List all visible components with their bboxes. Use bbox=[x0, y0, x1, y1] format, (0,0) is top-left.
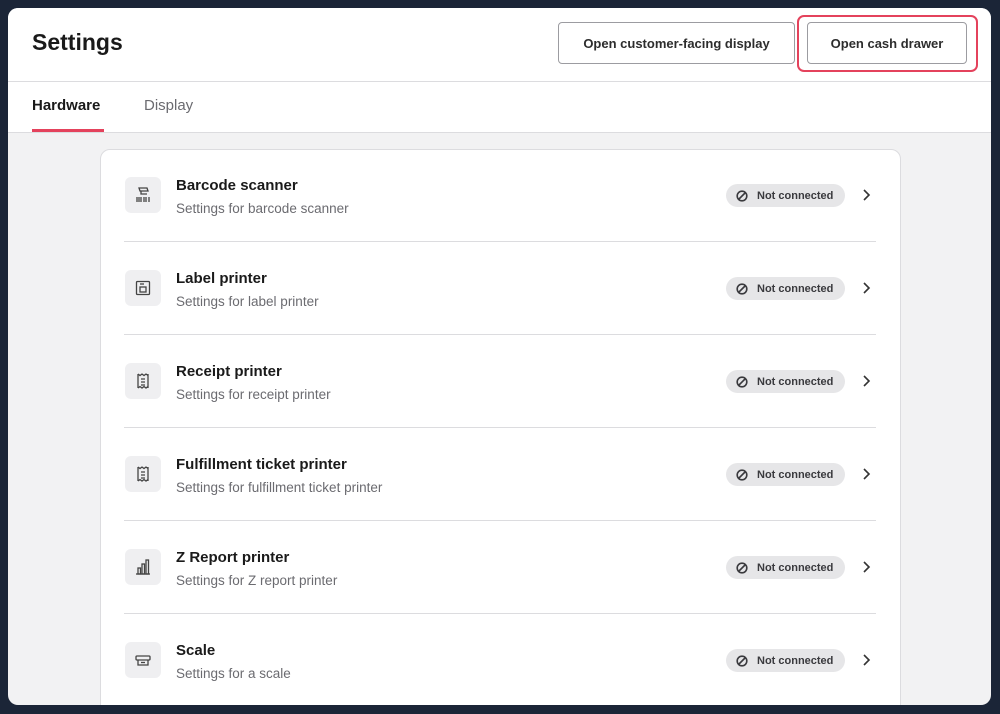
device-title: Receipt printer bbox=[176, 363, 282, 380]
status-badge: Not connected bbox=[726, 556, 846, 579]
status-badge: Not connected bbox=[726, 277, 846, 300]
status-text: Not connected bbox=[757, 561, 834, 574]
settings-window: Settings Open customer-facing display Op… bbox=[8, 8, 991, 705]
not-connected-icon bbox=[736, 654, 748, 667]
device-subtitle: Settings for barcode scanner bbox=[176, 201, 349, 216]
row-divider bbox=[124, 427, 876, 428]
status-badge: Not connected bbox=[726, 463, 846, 486]
tab-display[interactable]: Display bbox=[144, 97, 193, 114]
status-badge: Not connected bbox=[726, 184, 846, 207]
chevron-right-icon bbox=[863, 561, 871, 573]
not-connected-icon bbox=[736, 375, 748, 388]
status-text: Not connected bbox=[757, 375, 834, 388]
receipt-printer-icon bbox=[125, 363, 161, 399]
chevron-right-icon bbox=[863, 468, 871, 480]
not-connected-icon bbox=[736, 468, 748, 481]
open-customer-display-button[interactable]: Open customer-facing display bbox=[558, 22, 795, 64]
device-title: Scale bbox=[176, 642, 216, 659]
label-printer-icon bbox=[125, 270, 161, 306]
device-row-barcode-scanner[interactable]: Barcode scanner Settings for barcode sca… bbox=[124, 150, 876, 242]
device-row-fulfillment-ticket-printer[interactable]: Fulfillment ticket printer Settings for … bbox=[124, 429, 876, 521]
device-row-label-printer[interactable]: Label printer Settings for label printer… bbox=[124, 243, 876, 335]
row-divider bbox=[124, 613, 876, 614]
device-subtitle: Settings for a scale bbox=[176, 666, 291, 681]
chevron-right-icon bbox=[863, 189, 871, 201]
not-connected-icon bbox=[736, 189, 748, 202]
active-tab-indicator bbox=[32, 129, 104, 132]
device-title: Barcode scanner bbox=[176, 177, 298, 194]
status-text: Not connected bbox=[757, 282, 834, 295]
device-subtitle: Settings for label printer bbox=[176, 294, 319, 309]
device-title: Label printer bbox=[176, 270, 267, 287]
status-text: Not connected bbox=[757, 654, 834, 667]
device-title: Z Report printer bbox=[176, 549, 290, 566]
fulfillment-printer-icon bbox=[125, 456, 161, 492]
device-row-z-report-printer[interactable]: Z Report printer Settings for Z report p… bbox=[124, 522, 876, 614]
chevron-right-icon bbox=[863, 282, 871, 294]
device-subtitle: Settings for Z report printer bbox=[176, 573, 338, 588]
device-title: Fulfillment ticket printer bbox=[176, 456, 347, 473]
scale-icon bbox=[125, 642, 161, 678]
device-row-receipt-printer[interactable]: Receipt printer Settings for receipt pri… bbox=[124, 336, 876, 428]
device-subtitle: Settings for fulfillment ticket printer bbox=[176, 480, 383, 495]
not-connected-icon bbox=[736, 282, 748, 295]
device-subtitle: Settings for receipt printer bbox=[176, 387, 331, 402]
chevron-right-icon bbox=[863, 654, 871, 666]
row-divider bbox=[124, 520, 876, 521]
row-divider bbox=[124, 241, 876, 242]
not-connected-icon bbox=[736, 561, 748, 574]
device-row-scale[interactable]: Scale Settings for a scale Not connected bbox=[124, 615, 876, 705]
header: Settings Open customer-facing display Op… bbox=[8, 8, 991, 82]
z-report-printer-icon bbox=[125, 549, 161, 585]
status-badge: Not connected bbox=[726, 649, 846, 672]
page-title: Settings bbox=[32, 29, 123, 55]
status-text: Not connected bbox=[757, 189, 834, 202]
row-divider bbox=[124, 334, 876, 335]
hardware-list: Barcode scanner Settings for barcode sca… bbox=[100, 149, 901, 705]
barcode-scanner-icon bbox=[125, 177, 161, 213]
status-badge: Not connected bbox=[726, 370, 846, 393]
tab-bar: Hardware Display bbox=[8, 82, 991, 133]
status-text: Not connected bbox=[757, 468, 834, 481]
tab-hardware[interactable]: Hardware bbox=[32, 97, 100, 114]
open-cash-drawer-button[interactable]: Open cash drawer bbox=[807, 22, 967, 64]
chevron-right-icon bbox=[863, 375, 871, 387]
